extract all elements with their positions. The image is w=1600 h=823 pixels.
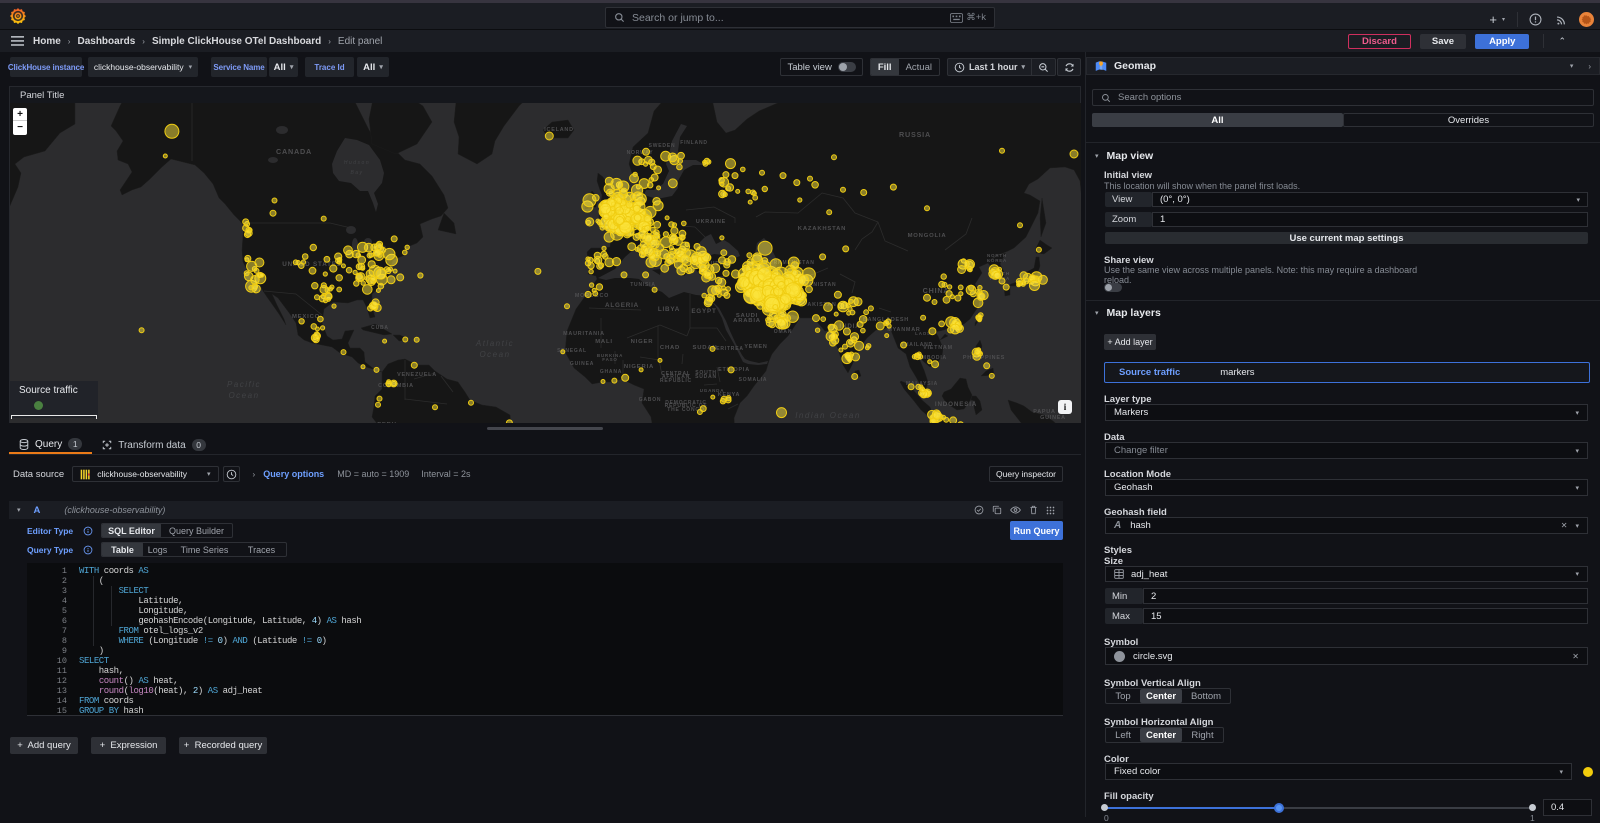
svg-text:OMAN: OMAN xyxy=(774,329,792,335)
svg-text:Pacific: Pacific xyxy=(227,380,261,389)
svg-text:CANADA: CANADA xyxy=(276,147,312,156)
svg-text:SOMALIA: SOMALIA xyxy=(739,377,768,383)
svg-text:SWEDEN: SWEDEN xyxy=(649,143,676,149)
svg-text:FINLAND: FINLAND xyxy=(680,140,708,146)
svg-text:PERU: PERU xyxy=(377,422,397,423)
svg-text:Hudson: Hudson xyxy=(344,160,370,166)
svg-text:LIBYA: LIBYA xyxy=(658,306,680,313)
svg-text:FASO: FASO xyxy=(602,357,617,362)
svg-text:MALI: MALI xyxy=(595,339,613,345)
svg-text:MAURITANIA: MAURITANIA xyxy=(563,331,605,337)
svg-text:Ocean: Ocean xyxy=(479,350,510,359)
svg-text:PHILIPPINES: PHILIPPINES xyxy=(963,355,1005,361)
svg-text:KAZAKHSTAN: KAZAKHSTAN xyxy=(798,226,846,232)
svg-text:TUNISIA: TUNISIA xyxy=(630,282,656,288)
svg-text:ALGERIA: ALGERIA xyxy=(605,302,639,309)
svg-text:Indian Ocean: Indian Ocean xyxy=(795,411,861,420)
svg-text:GABON: GABON xyxy=(639,397,662,403)
svg-text:MEXICO: MEXICO xyxy=(292,314,320,320)
svg-text:NIGER: NIGER xyxy=(631,339,654,345)
svg-text:UKRAINE: UKRAINE xyxy=(696,219,726,225)
svg-text:MONGOLIA: MONGOLIA xyxy=(908,233,947,239)
svg-text:YEMEN: YEMEN xyxy=(744,344,767,350)
svg-text:MOROCCO: MOROCCO xyxy=(575,293,609,299)
svg-text:RUSSIA: RUSSIA xyxy=(899,130,931,139)
svg-text:Atlantic: Atlantic xyxy=(475,339,514,348)
svg-text:GUINEA: GUINEA xyxy=(570,361,594,367)
svg-text:INDONESIA: INDONESIA xyxy=(935,401,977,408)
svg-text:Ocean: Ocean xyxy=(228,391,259,400)
svg-text:CHAD: CHAD xyxy=(660,345,680,351)
svg-text:CUBA: CUBA xyxy=(371,325,389,331)
svg-text:Bay: Bay xyxy=(350,170,363,176)
svg-text:GUINEA: GUINEA xyxy=(1040,415,1066,421)
svg-text:ARABIA: ARABIA xyxy=(733,318,761,324)
svg-text:KOREA: KOREA xyxy=(987,258,1007,263)
svg-text:EGYPT: EGYPT xyxy=(691,308,716,315)
svg-text:VENEZUELA: VENEZUELA xyxy=(397,372,437,378)
svg-text:UGANDA: UGANDA xyxy=(700,388,725,393)
svg-text:ERITREA: ERITREA xyxy=(716,346,744,352)
svg-text:REPUBLIC: REPUBLIC xyxy=(660,378,692,384)
svg-text:SUDAN: SUDAN xyxy=(695,374,717,380)
svg-text:GHANA: GHANA xyxy=(600,369,622,375)
